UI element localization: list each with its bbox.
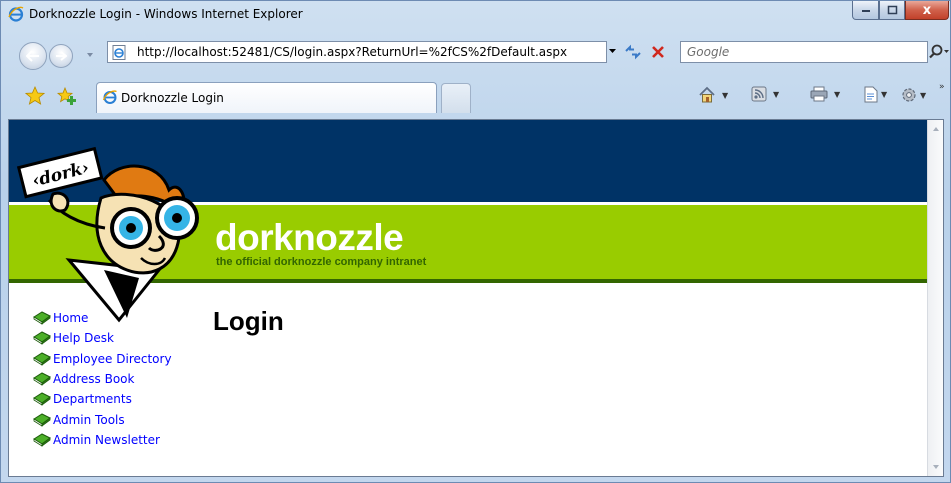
print-icon	[810, 86, 828, 102]
menu-item-admin-newsletter[interactable]: Admin Newsletter	[33, 430, 172, 450]
tools-icon	[902, 88, 916, 102]
address-dropdown-icon[interactable]	[608, 47, 617, 55]
url-text: http://localhost:52481/CS/login.aspx?Ret…	[137, 45, 568, 59]
menu-link-departments[interactable]: Departments	[53, 392, 132, 406]
tab-dorknozzle-login[interactable]: Dorknozzle Login	[96, 82, 437, 113]
book-icon	[33, 413, 51, 427]
refresh-icon[interactable]	[623, 43, 643, 61]
search-icon[interactable]	[928, 43, 950, 61]
page-menu-button[interactable]: ▼	[863, 86, 887, 103]
tab-label: Dorknozzle Login	[121, 91, 224, 105]
feeds-button[interactable]: ▼	[751, 86, 779, 102]
menu-link-admin-newsletter[interactable]: Admin Newsletter	[53, 433, 160, 447]
ie-page-icon	[112, 45, 126, 60]
maximize-icon	[887, 5, 897, 15]
close-button[interactable]: x	[905, 1, 949, 20]
tools-menu-button[interactable]: ▼	[900, 86, 926, 104]
book-icon	[33, 352, 51, 366]
home-button[interactable]: ▼	[698, 86, 728, 104]
book-icon	[33, 372, 51, 386]
menu-link-employee-directory[interactable]: Employee Directory	[53, 352, 172, 366]
scroll-up-icon[interactable]	[932, 126, 940, 132]
page-viewport: dorknozzle the official dorknozzle compa…	[8, 119, 944, 477]
print-dropdown-icon[interactable]: ▼	[834, 90, 840, 99]
feeds-icon	[751, 86, 767, 102]
site-name: dorknozzle	[215, 217, 404, 258]
search-input[interactable]: Google	[680, 41, 928, 63]
menu-item-home[interactable]: Home	[33, 308, 172, 328]
new-tab-button[interactable]	[441, 83, 471, 113]
ie-page-icon	[102, 90, 117, 104]
page-dropdown-icon[interactable]: ▼	[881, 90, 887, 99]
more-commands-icon[interactable]: »	[939, 82, 945, 92]
tab-bar: Dorknozzle Login ▼ ▼ ▼ ▼ ▼ »	[1, 81, 950, 115]
maximize-button[interactable]	[879, 1, 905, 20]
dorknozzle-mascot-logo[interactable]: ‹dork›	[9, 120, 209, 325]
book-icon	[33, 433, 51, 447]
book-icon	[33, 311, 51, 325]
menu-item-address-book[interactable]: Address Book	[33, 369, 172, 389]
window-title: Dorknozzle Login - Windows Internet Expl…	[29, 7, 303, 21]
menu-item-employee-directory[interactable]: Employee Directory	[33, 349, 172, 369]
forward-arrow-icon	[56, 51, 67, 61]
page-title: Login	[213, 306, 284, 336]
navigation-bar: http://localhost:52481/CS/login.aspx?Ret…	[1, 37, 950, 71]
feeds-dropdown-icon[interactable]: ▼	[773, 90, 779, 99]
site-navigation-menu: Home Help Desk Employee Directory Addres…	[33, 308, 172, 450]
menu-link-home[interactable]: Home	[53, 311, 88, 325]
page-icon	[864, 86, 878, 103]
tools-dropdown-icon[interactable]: ▼	[920, 91, 926, 100]
forward-button[interactable]	[49, 44, 73, 68]
back-arrow-icon	[26, 50, 39, 62]
stop-icon[interactable]	[649, 43, 667, 61]
site-tagline: the official dorknozzle company intranet	[216, 256, 427, 268]
add-to-favorites-icon[interactable]	[56, 86, 78, 106]
favorites-star-icon[interactable]	[25, 86, 45, 106]
search-placeholder: Google	[687, 45, 730, 59]
minimize-icon	[861, 10, 870, 12]
internet-explorer-icon	[8, 6, 24, 22]
vertical-scrollbar[interactable]	[927, 120, 943, 476]
menu-item-departments[interactable]: Departments	[33, 389, 172, 409]
menu-link-address-book[interactable]: Address Book	[53, 372, 134, 386]
back-button[interactable]	[19, 42, 47, 70]
scroll-down-icon[interactable]	[932, 464, 940, 470]
menu-item-admin-tools[interactable]: Admin Tools	[33, 409, 172, 429]
menu-item-help-desk[interactable]: Help Desk	[33, 328, 172, 348]
title-bar: Dorknozzle Login - Windows Internet Expl…	[1, 1, 950, 27]
print-button[interactable]: ▼	[810, 86, 840, 102]
home-icon	[699, 86, 715, 103]
menu-link-help-desk[interactable]: Help Desk	[53, 331, 114, 345]
address-bar[interactable]: http://localhost:52481/CS/login.aspx?Ret…	[107, 41, 607, 63]
book-icon	[33, 392, 51, 407]
home-dropdown-icon[interactable]: ▼	[722, 91, 728, 100]
menu-link-admin-tools[interactable]: Admin Tools	[53, 413, 125, 427]
book-icon	[33, 331, 51, 346]
recent-pages-dropdown-icon[interactable]	[85, 50, 95, 60]
browser-window: Dorknozzle Login - Windows Internet Expl…	[0, 0, 951, 483]
close-icon: x	[922, 2, 932, 18]
minimize-button[interactable]	[852, 1, 879, 20]
